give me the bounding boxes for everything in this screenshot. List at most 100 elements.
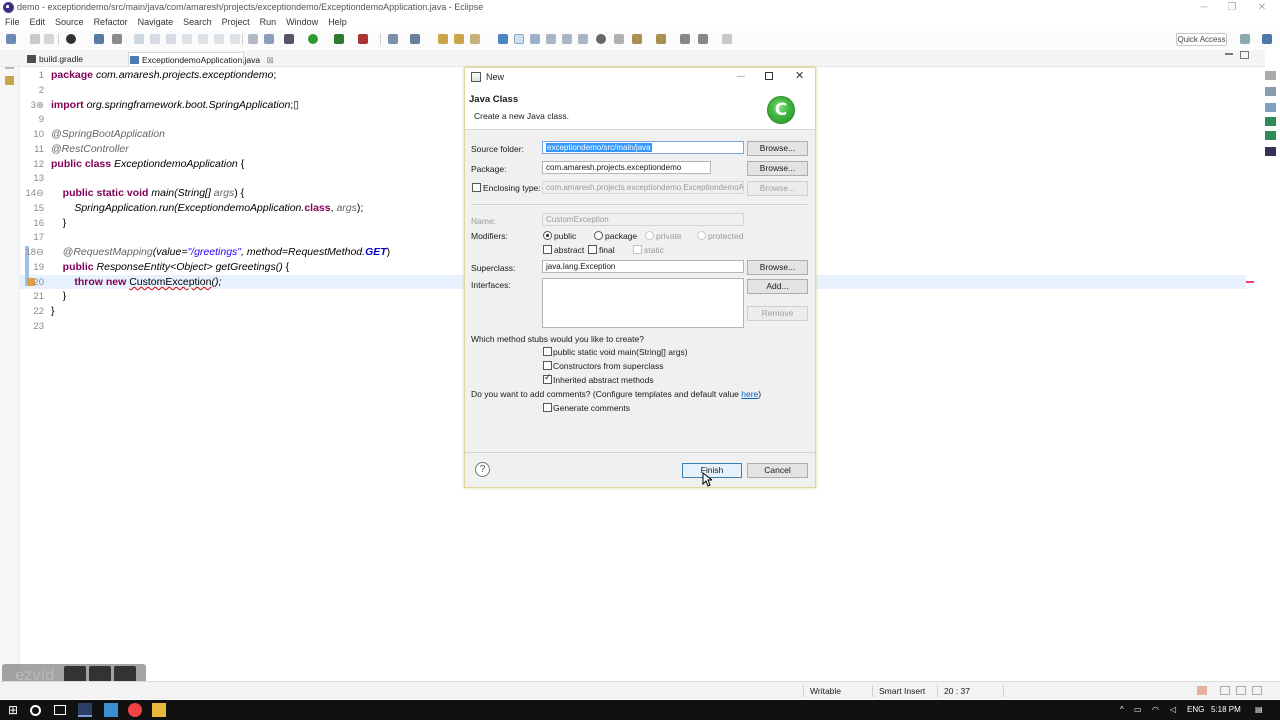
close-tab-icon[interactable]: ⊠	[267, 55, 274, 65]
stub-main-checkbox[interactable]	[543, 347, 552, 356]
chrome-icon[interactable]	[128, 703, 142, 717]
gradle-executions-icon[interactable]	[1265, 131, 1276, 140]
suspend-icon[interactable]	[150, 34, 160, 44]
menu-navigate[interactable]: Navigate	[133, 16, 179, 30]
coverage-icon[interactable]	[334, 34, 344, 44]
outline-icon[interactable]	[1265, 87, 1276, 96]
whitespace-icon[interactable]	[546, 34, 556, 44]
windows-start-icon[interactable]: ⊞	[8, 703, 22, 717]
java-perspective-icon[interactable]	[1262, 34, 1272, 44]
menu-run[interactable]: Run	[255, 16, 282, 30]
volume-icon[interactable]: ◁	[1170, 705, 1176, 714]
task-view-icon[interactable]	[54, 705, 66, 715]
interfaces-add-button[interactable]: Add...	[747, 279, 808, 294]
interfaces-list[interactable]	[542, 278, 744, 328]
name-input[interactable]: CustomException	[542, 213, 744, 226]
step-return-icon[interactable]	[230, 34, 240, 44]
block-selection-icon[interactable]	[530, 34, 540, 44]
open-task-icon[interactable]	[454, 34, 464, 44]
toggle-breadcrumb-icon[interactable]	[514, 34, 524, 44]
modifier-static-checkbox[interactable]	[633, 245, 642, 254]
interfaces-remove-button[interactable]: Remove	[747, 306, 808, 321]
enclosing-type-checkbox[interactable]	[472, 183, 481, 192]
tab-exceptiondemo-application[interactable]: ExceptiondemoApplication.java ⊠	[128, 52, 274, 66]
task-list-icon[interactable]	[1265, 103, 1276, 112]
dialog-maximize-icon[interactable]	[765, 72, 773, 80]
wifi-icon[interactable]: ◠	[1152, 705, 1159, 714]
annotation-icon[interactable]	[562, 34, 572, 44]
tab-build-gradle[interactable]: build.gradle	[26, 52, 83, 66]
enclosing-type-browse-button[interactable]: Browse...	[747, 181, 808, 196]
generate-comments-checkbox[interactable]	[543, 403, 552, 412]
code-line[interactable]: public static void main(String[] args) {	[51, 187, 244, 199]
last-edit-icon[interactable]	[680, 34, 690, 44]
source-folder-browse-button[interactable]: Browse...	[747, 141, 808, 156]
menu-search[interactable]: Search	[178, 16, 217, 30]
store-icon[interactable]	[104, 703, 118, 717]
tray-arrow-icon[interactable]: ^	[1120, 705, 1124, 714]
word-wrap-icon[interactable]	[578, 34, 588, 44]
source-folder-input[interactable]: exceptiondemo/src/main/java	[542, 141, 744, 154]
external-tools-icon[interactable]	[358, 34, 368, 44]
close-icon[interactable]: ✕	[1255, 1, 1269, 14]
action-center-icon[interactable]: ▤	[1255, 705, 1263, 714]
step-into-icon[interactable]	[198, 34, 208, 44]
menu-project[interactable]: Project	[217, 16, 255, 30]
eclipse-taskbar-icon[interactable]	[78, 703, 92, 717]
back-icon[interactable]	[698, 34, 708, 44]
network-icon[interactable]: ▭	[1134, 705, 1142, 714]
debug-icon[interactable]	[284, 34, 294, 44]
cortana-icon[interactable]	[30, 705, 41, 716]
terminal-icon[interactable]	[94, 34, 104, 44]
trim-view-icon[interactable]	[1252, 686, 1262, 695]
dialog-close-icon[interactable]: ✕	[795, 69, 804, 82]
search-icon[interactable]	[470, 34, 480, 44]
configure-templates-link[interactable]: here	[741, 389, 758, 399]
stub-constructors-checkbox[interactable]	[543, 361, 552, 370]
use-step-filters-icon[interactable]	[264, 34, 274, 44]
superclass-browse-button[interactable]: Browse...	[747, 260, 808, 275]
edit-icon[interactable]	[614, 34, 624, 44]
forward-icon[interactable]	[722, 34, 732, 44]
enclosing-type-input[interactable]: com.amaresh.projects.exceptiondemo.Excep…	[542, 181, 744, 194]
minimize-icon[interactable]: ─	[1197, 1, 1211, 14]
modifier-protected-radio[interactable]	[697, 231, 706, 240]
code-line[interactable]: import org.springframework.boot.SpringAp…	[51, 99, 299, 111]
stub-inherited-checkbox[interactable]	[543, 373, 552, 384]
notifications-icon[interactable]	[1236, 686, 1246, 695]
minimize-view-icon[interactable]	[1225, 53, 1233, 55]
save-all-icon[interactable]	[44, 34, 54, 44]
gradle-tasks-icon[interactable]	[1265, 117, 1276, 126]
code-line[interactable]: package com.amaresh.projects.exceptionde…	[51, 69, 279, 81]
new-icon[interactable]	[6, 34, 16, 44]
code-line[interactable]: public ResponseEntity<Object> getGreetin…	[51, 261, 289, 273]
prev-annotation-icon[interactable]	[656, 34, 666, 44]
quick-access-input[interactable]: Quick Access	[1176, 33, 1227, 46]
dialog-minimize-icon[interactable]	[737, 76, 745, 77]
terminate-icon[interactable]	[166, 34, 176, 44]
file-explorer-icon[interactable]	[152, 703, 166, 717]
menu-source[interactable]: Source	[50, 16, 89, 30]
run-icon[interactable]	[308, 34, 318, 44]
menu-file[interactable]: File	[0, 16, 25, 30]
restore-icon[interactable]	[1265, 71, 1276, 80]
code-line[interactable]: @RequestMapping(value="/greetings", meth…	[51, 246, 391, 258]
modifier-private-radio[interactable]	[645, 231, 654, 240]
open-type-icon[interactable]	[438, 34, 448, 44]
progress-icon[interactable]	[1220, 686, 1230, 695]
code-line[interactable]: @SpringBootApplication	[51, 128, 165, 140]
problems-icon[interactable]	[1265, 147, 1276, 156]
help-icon[interactable]: ?	[475, 462, 490, 477]
modifier-public-radio[interactable]	[543, 231, 552, 240]
menu-refactor[interactable]: Refactor	[89, 16, 133, 30]
code-line[interactable]: SpringApplication.run(ExceptiondemoAppli…	[51, 202, 363, 214]
maximize-icon[interactable]: ❐	[1225, 1, 1239, 14]
overview-ruler-error[interactable]	[1246, 281, 1254, 283]
drop-frame-icon[interactable]	[248, 34, 258, 44]
finish-button[interactable]: Finish	[682, 463, 742, 478]
code-line[interactable]: }	[51, 290, 67, 302]
next-annotation-icon[interactable]	[632, 34, 642, 44]
menu-help[interactable]: Help	[323, 16, 352, 30]
modifier-package-radio[interactable]	[594, 231, 603, 240]
globe-icon[interactable]	[596, 34, 606, 44]
